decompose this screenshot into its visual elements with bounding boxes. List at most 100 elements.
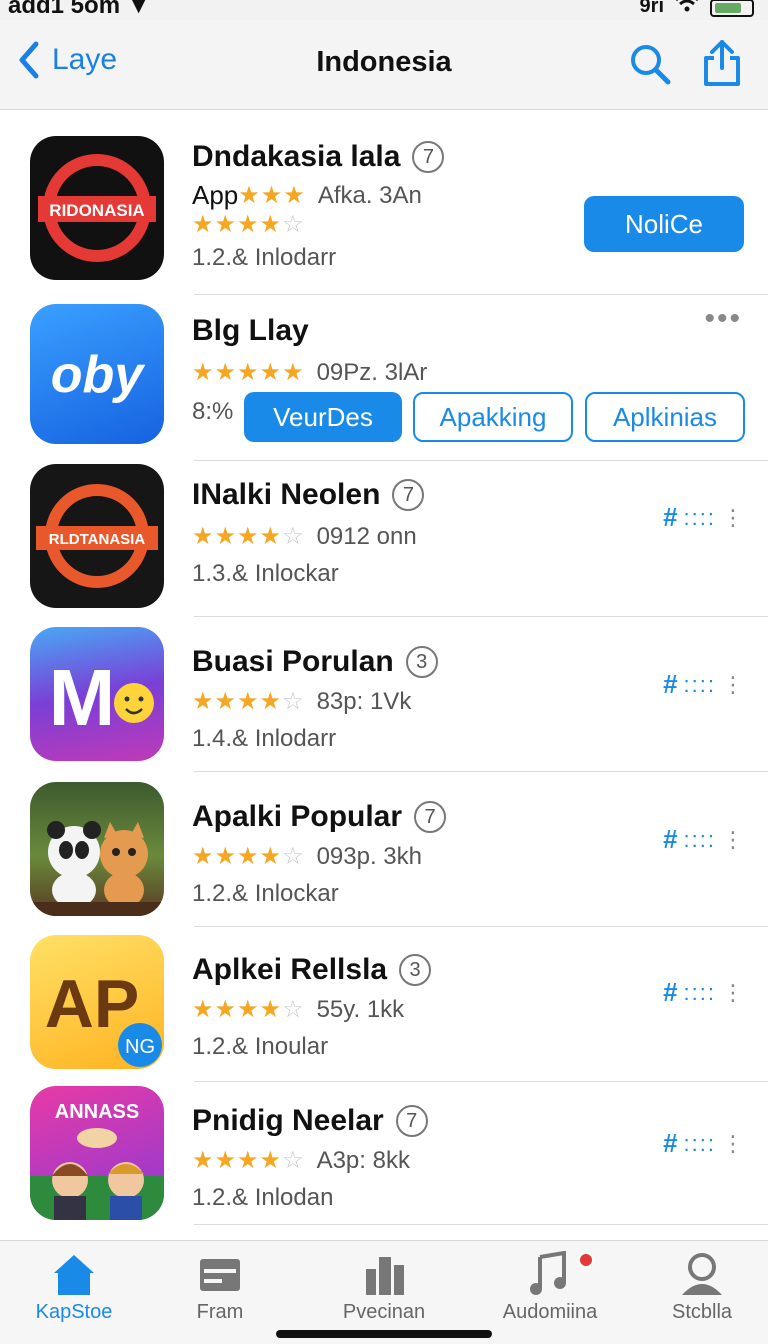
search-icon[interactable] — [628, 42, 672, 86]
app-name: Pnidig Neelar 7 — [192, 1104, 428, 1138]
music-icon — [530, 1251, 566, 1295]
app-version: 1.2.& Inlockar — [192, 880, 339, 907]
battery-icon — [710, 0, 754, 17]
options-icon[interactable]: #:::: ⋮ — [663, 977, 744, 1008]
card-icon — [200, 1259, 240, 1291]
tab-audomiina[interactable]: Audomiina — [480, 1251, 620, 1324]
tab-label: KapStoe — [35, 1301, 113, 1323]
list-item[interactable]: M Buasi Porulan 3 ★★★★☆ 83p: 1Vk 1.4.& I… — [0, 617, 768, 772]
tab-kapstoe[interactable]: KapStoe — [4, 1251, 144, 1324]
tab-label: Fram — [196, 1301, 244, 1323]
options-icon[interactable]: #:::: ⋮ — [663, 669, 744, 700]
home-icon — [54, 1255, 94, 1295]
tab-fram[interactable]: Fram — [150, 1251, 290, 1324]
app-icon: RIDONASIA — [30, 136, 164, 280]
app-name-text: Aplkei Rellsla — [192, 953, 388, 986]
star-rating-icon: ★★★ — [238, 182, 306, 209]
bar-icon — [366, 1257, 404, 1295]
age-badge: 7 — [414, 801, 447, 833]
list-item[interactable]: Apalki Popular 7 ★★★★☆ 093p. 3kh 1.2.& I… — [0, 772, 768, 927]
more-options-icon[interactable]: ••• — [704, 304, 742, 334]
view-button[interactable]: VeurDes — [244, 392, 402, 442]
star-rating-icon: ★★★★☆ — [192, 843, 305, 870]
app-meta-text: 0912 onn — [316, 522, 417, 550]
get-button[interactable]: NoliCe — [584, 196, 744, 252]
app-icon — [30, 782, 164, 916]
star-rating-icon: ★★★★☆ — [192, 523, 305, 550]
app-name: Blg Llay — [192, 314, 309, 348]
app-meta: ★★★★☆ 0912 onn — [192, 522, 417, 551]
divider — [194, 460, 768, 461]
list-item[interactable]: RLDTANASIA INalki Neolen 7 ★★★★☆ 0912 on… — [0, 462, 768, 617]
app-meta-text: A3p: 8kk — [316, 1146, 410, 1174]
list-item[interactable]: RIDONASIA Dndakasia lala 7 App ★★★ Afka. … — [0, 112, 768, 295]
tab-label: Pvecinan — [342, 1301, 426, 1323]
age-badge: 7 — [412, 141, 445, 173]
app-icon-text: M — [49, 653, 116, 742]
app-name-text: Blg Llay — [192, 314, 309, 347]
app-name: Apalki Popular 7 — [192, 800, 447, 834]
option-button[interactable]: Aplkinias — [585, 392, 745, 442]
home-indicator — [276, 1330, 492, 1338]
app-name: Dndakasia lala 7 — [192, 140, 445, 174]
kids-illustration: ANNASS — [30, 1101, 164, 1220]
option-button[interactable]: Apakking — [413, 392, 573, 442]
app-name: INalki Neolen 7 — [192, 478, 425, 512]
star-rating-icon: ★★★★☆ — [192, 688, 305, 715]
options-icon[interactable]: #:::: ⋮ — [663, 1128, 744, 1159]
animals-illustration — [30, 821, 164, 916]
status-indicators: 9ri — [640, 0, 754, 18]
app-meta: ★★★★☆ A3p: 8kk — [192, 1146, 410, 1175]
app-version: 1.2.& Inoular — [192, 1033, 329, 1060]
app-version: 1.4.& Inlodarr — [192, 725, 337, 752]
age-badge: 3 — [399, 954, 432, 986]
age-badge: 3 — [405, 646, 438, 678]
app-name: Buasi Porulan 3 — [192, 645, 438, 679]
app-meta: ★★★★☆ 83p: 1Vk — [192, 687, 411, 716]
app-icon-text: oby — [51, 346, 147, 404]
tab-bar: KapStoe Fram Pvecinan Audomiina Stcblla — [0, 1240, 768, 1344]
app-icon-text: RIDONASIA — [49, 201, 144, 220]
app-name: Aplkei Rellsla 3 — [192, 953, 432, 987]
app-meta: ★★★★★ 09Pz. 3lAr — [192, 358, 427, 387]
options-icon[interactable]: #:::: ⋮ — [663, 824, 744, 855]
app-icon-subtext: NG — [125, 1036, 155, 1058]
sub-rating: ★★★★☆ — [192, 210, 305, 239]
divider — [194, 1224, 768, 1225]
app-meta-text: Afka. 3An — [317, 181, 422, 209]
tab-label: Stcblla — [671, 1301, 733, 1323]
app-icon: ANNASS — [30, 1086, 164, 1220]
star-rating-icon: ★★★★☆ — [192, 211, 305, 238]
app-meta: ★★★★☆ 093p. 3kh — [192, 842, 422, 871]
status-bar: add1 5om ▼ 9ri — [0, 0, 768, 20]
tab-pvecinan[interactable]: Pvecinan — [314, 1251, 454, 1324]
list-item[interactable]: oby Blg Llay ••• ★★★★★ 09Pz. 3lAr 8:% Ve… — [0, 294, 768, 461]
app-icon-text: RLDTANASIA — [49, 531, 146, 548]
app-icon: M — [30, 627, 164, 761]
list-item[interactable]: AP NG Aplkei Rellsla 3 ★★★★☆ 55y. 1kk 1.… — [0, 927, 768, 1082]
app-name-text: Pnidig Neelar — [192, 1104, 384, 1137]
app-meta: App ★★★ Afka. 3An — [192, 180, 422, 211]
star-rating-icon: ★★★★☆ — [192, 996, 305, 1023]
app-version: 1.2.& Inlodarr — [192, 244, 337, 271]
status-time: add1 5om ▼ — [8, 0, 151, 19]
app-version: 1.3.& Inlockar — [192, 560, 339, 587]
app-meta-text: 09Pz. 3lAr — [316, 358, 428, 386]
list-item[interactable]: ANNASS Pnidig Neelar 7 ★★★★☆ A3p: 8kk 1.… — [0, 1082, 768, 1237]
app-prefix: App — [192, 180, 239, 210]
app-name-text: INalki Neolen — [192, 478, 381, 511]
app-name-text: Buasi Porulan — [192, 645, 394, 678]
app-icon: RLDTANASIA — [30, 464, 164, 608]
options-icon[interactable]: #:::: ⋮ — [663, 502, 744, 533]
app-icon: AP NG — [30, 935, 164, 1069]
notification-badge — [578, 1252, 594, 1268]
app-meta-text: 093p. 3kh — [316, 842, 422, 870]
share-icon[interactable] — [700, 38, 744, 88]
person-icon — [682, 1253, 722, 1295]
app-name-text: Apalki Popular — [192, 800, 403, 833]
app-name-text: Dndakasia lala — [192, 140, 401, 173]
tab-label: Audomiina — [502, 1301, 598, 1323]
tab-stcblla[interactable]: Stcblla — [632, 1251, 768, 1324]
app-meta-text: 55y. 1kk — [316, 995, 405, 1023]
age-badge: 7 — [392, 479, 425, 511]
